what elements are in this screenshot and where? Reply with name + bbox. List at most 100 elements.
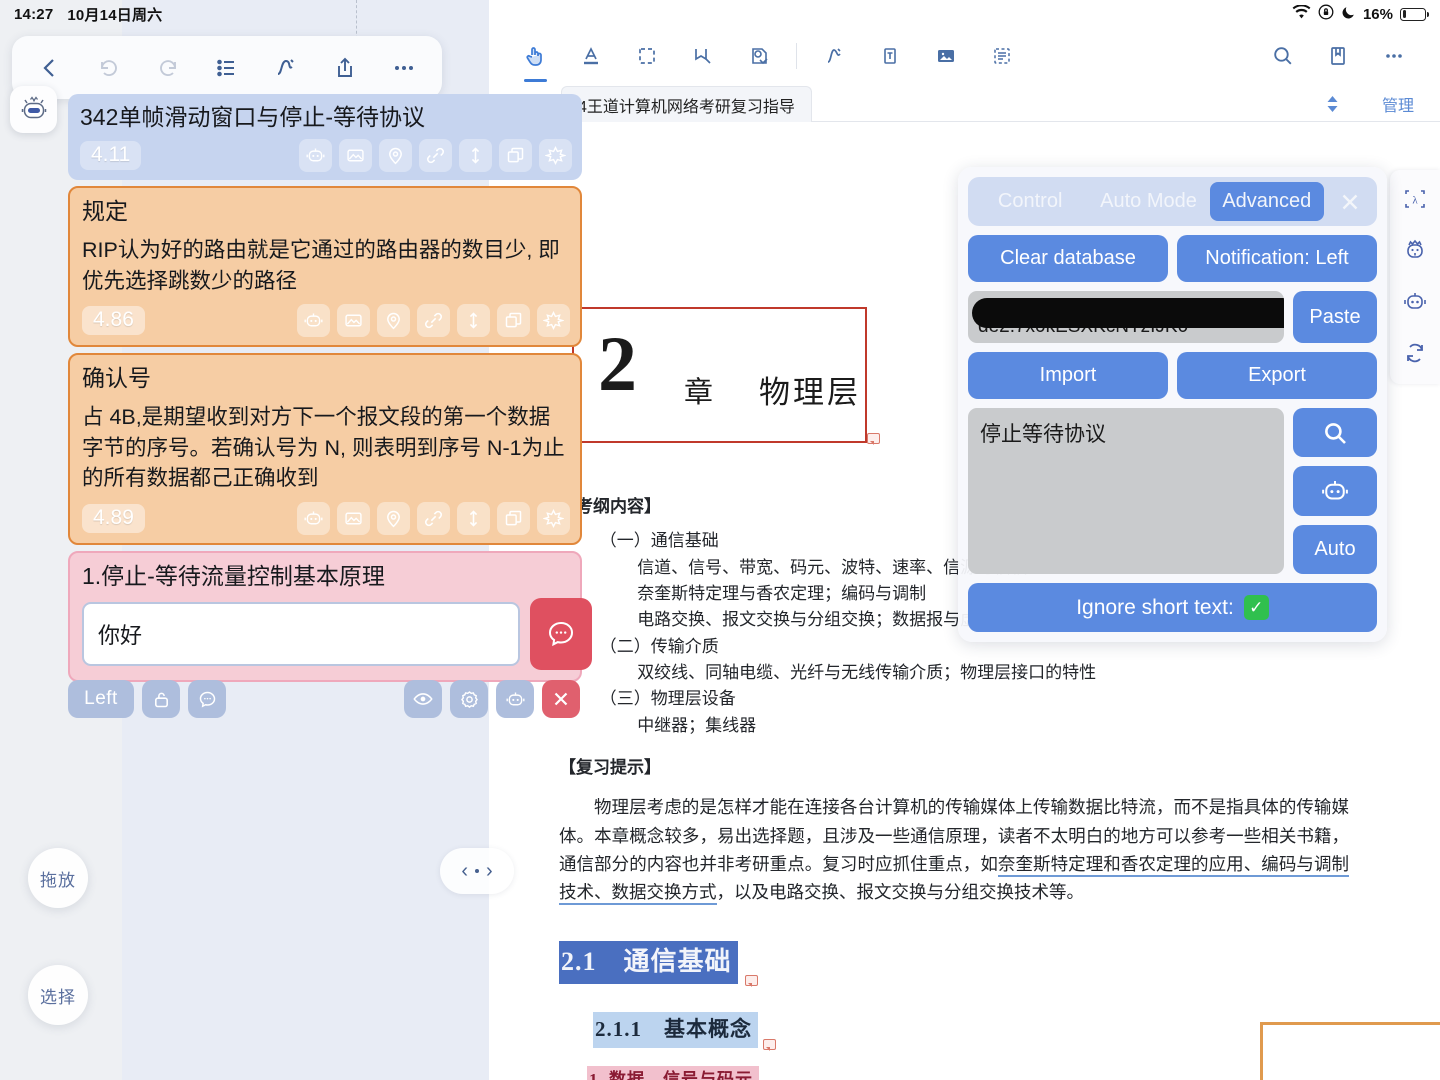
- card-badge: 4.11: [80, 141, 142, 171]
- scribble-icon[interactable]: [263, 45, 309, 91]
- card-title: 规定: [82, 198, 128, 225]
- comment-marker-icon[interactable]: [763, 1038, 776, 1051]
- chat-bubble-icon[interactable]: [188, 680, 226, 718]
- status-date: 10月14日周六: [67, 6, 163, 24]
- status-bar: 14:27 10月14日周六 16%: [0, 0, 1440, 28]
- paste-button[interactable]: Paste: [1293, 291, 1377, 343]
- location-pin-icon[interactable]: [379, 139, 412, 173]
- lock-icon[interactable]: [142, 680, 180, 718]
- comment-marker-icon[interactable]: [867, 433, 880, 445]
- reader-toolbar: [489, 28, 1440, 83]
- sparkle-icon[interactable]: [539, 139, 572, 173]
- freehand-pen-icon[interactable]: [806, 33, 862, 79]
- manage-link[interactable]: 管理: [1382, 92, 1414, 116]
- crowned-robot-icon[interactable]: [1401, 236, 1429, 264]
- tips-paragraph-part2: ，以及电路交换、报文交换与分组交换技术等。: [716, 882, 1085, 903]
- redo-icon[interactable]: [145, 45, 191, 91]
- search-button[interactable]: [1293, 408, 1377, 458]
- robot-icon[interactable]: [1401, 288, 1429, 316]
- subsection-heading: 2.1.1 基本概念: [593, 1012, 758, 1048]
- import-button[interactable]: Import: [968, 352, 1168, 399]
- image-icon[interactable]: [339, 139, 372, 173]
- outline-group-label: （三）物理层设备: [599, 689, 736, 709]
- tips-paragraph: 物理层考虑的是怎样才能在连接各台计算机的传输媒体上传输数据比特流，而不是指具体的…: [559, 793, 1350, 906]
- clear-database-button[interactable]: Clear database: [968, 235, 1168, 282]
- link-icon[interactable]: [417, 501, 450, 535]
- more-icon[interactable]: [1366, 33, 1422, 79]
- export-button[interactable]: Export: [1177, 352, 1377, 399]
- bookmark-icon[interactable]: [1310, 33, 1366, 79]
- robot-icon[interactable]: [299, 139, 332, 173]
- annotation-card[interactable]: 342单帧滑动窗口与停止-等待协议 4.11: [68, 94, 582, 181]
- drag-drop-fab[interactable]: 拖放: [28, 848, 88, 908]
- assistant-robot-button[interactable]: [10, 86, 57, 133]
- close-x-icon[interactable]: [542, 680, 580, 718]
- more-icon[interactable]: [381, 45, 427, 91]
- refresh-icon[interactable]: [1402, 340, 1428, 366]
- robot-icon[interactable]: [297, 304, 330, 338]
- annotation-card[interactable]: 1.停止-等待流量控制基本原理 你好: [68, 550, 592, 682]
- image-icon[interactable]: [918, 33, 974, 79]
- query-side-buttons: Auto: [1293, 408, 1377, 574]
- location-pin-icon[interactable]: [377, 501, 410, 535]
- undo-icon[interactable]: [86, 45, 132, 91]
- send-chat-button[interactable]: [530, 597, 592, 670]
- robot-icon[interactable]: [297, 501, 330, 535]
- tab-control[interactable]: Control: [973, 182, 1087, 221]
- auto-button[interactable]: Auto: [1293, 524, 1377, 574]
- annotation-card-stack: 342单帧滑动窗口与停止-等待协议 4.11 规定 RIP认为好的路由就是它通过…: [68, 94, 592, 688]
- list-icon[interactable]: [204, 45, 250, 91]
- share-icon[interactable]: [322, 45, 368, 91]
- updown-arrow-icon[interactable]: [459, 139, 492, 173]
- split-divider-handle[interactable]: ‹ ›: [440, 848, 514, 894]
- back-chevron-icon[interactable]: [27, 45, 73, 91]
- annotation-card[interactable]: 确认号 占 4B,是期望收到对方下一个报文段的第一个数据字节的序号。若确认号为 …: [68, 353, 582, 545]
- tab-advanced[interactable]: Advanced: [1209, 182, 1324, 221]
- sticker-settings-icon[interactable]: [731, 33, 787, 79]
- duplicate-icon[interactable]: [499, 139, 532, 173]
- link-icon[interactable]: [417, 304, 450, 338]
- close-x-icon[interactable]: [1328, 189, 1372, 215]
- notification-side-button[interactable]: Notification: Left: [1177, 235, 1377, 282]
- query-textarea[interactable]: 停止等待协议: [968, 408, 1284, 574]
- chapter-title: 物理层: [759, 375, 861, 410]
- panel-tabs: Control Auto Mode Advanced: [968, 177, 1377, 226]
- text-select-icon[interactable]: [974, 33, 1030, 79]
- chapter-annotation-box: 2 章 物理层: [572, 307, 867, 443]
- image-icon[interactable]: [337, 304, 370, 338]
- comment-marker-icon[interactable]: [744, 975, 758, 988]
- location-pin-icon[interactable]: [377, 304, 410, 338]
- card-action-icons: [297, 501, 570, 535]
- rectangle-select-icon[interactable]: [619, 33, 675, 79]
- formula-scan-icon[interactable]: λ: [1402, 186, 1428, 212]
- token-input[interactable]: de2.7x0kESXKcNTzIJK0: [968, 291, 1284, 343]
- search-icon[interactable]: [1254, 33, 1310, 79]
- underline-text-icon[interactable]: [563, 33, 619, 79]
- select-fab[interactable]: 选择: [28, 965, 88, 1025]
- image-icon[interactable]: [337, 501, 370, 535]
- pen-highlight-icon[interactable]: [675, 33, 731, 79]
- redaction-bar: [972, 298, 1284, 328]
- robot-button[interactable]: [1293, 466, 1377, 516]
- sort-updown-icon[interactable]: [1325, 94, 1340, 114]
- robot-icon[interactable]: [496, 680, 534, 718]
- updown-arrow-icon[interactable]: [457, 304, 490, 338]
- sparkle-icon[interactable]: [537, 501, 570, 535]
- annotation-card[interactable]: 规定 RIP认为好的路由就是它通过的路由器的数目少, 即优先选择跳数少的路径 4…: [68, 186, 582, 348]
- sparkle-icon[interactable]: [537, 304, 570, 338]
- left-mode-button[interactable]: Left: [68, 680, 134, 718]
- link-icon[interactable]: [419, 139, 452, 173]
- ignore-short-text-toggle[interactable]: Ignore short text: ✓: [968, 583, 1377, 632]
- tab-auto-mode[interactable]: Auto Mode: [1091, 182, 1205, 221]
- text-box-icon[interactable]: [862, 33, 918, 79]
- card-action-icons: [297, 304, 570, 338]
- card-body: 占 4B,是期望收到对方下一个报文段的第一个数据字节的序号。若确认号为 N, 则…: [82, 405, 565, 491]
- gear-icon[interactable]: [450, 680, 488, 718]
- chat-input[interactable]: 你好: [82, 601, 520, 666]
- duplicate-icon[interactable]: [497, 304, 530, 338]
- duplicate-icon[interactable]: [497, 501, 530, 535]
- document-tab[interactable]: 4王道计算机网络考研复习指导: [561, 86, 812, 122]
- eye-icon[interactable]: [404, 680, 442, 718]
- updown-arrow-icon[interactable]: [457, 501, 490, 535]
- hand-pointer-icon[interactable]: [507, 33, 563, 82]
